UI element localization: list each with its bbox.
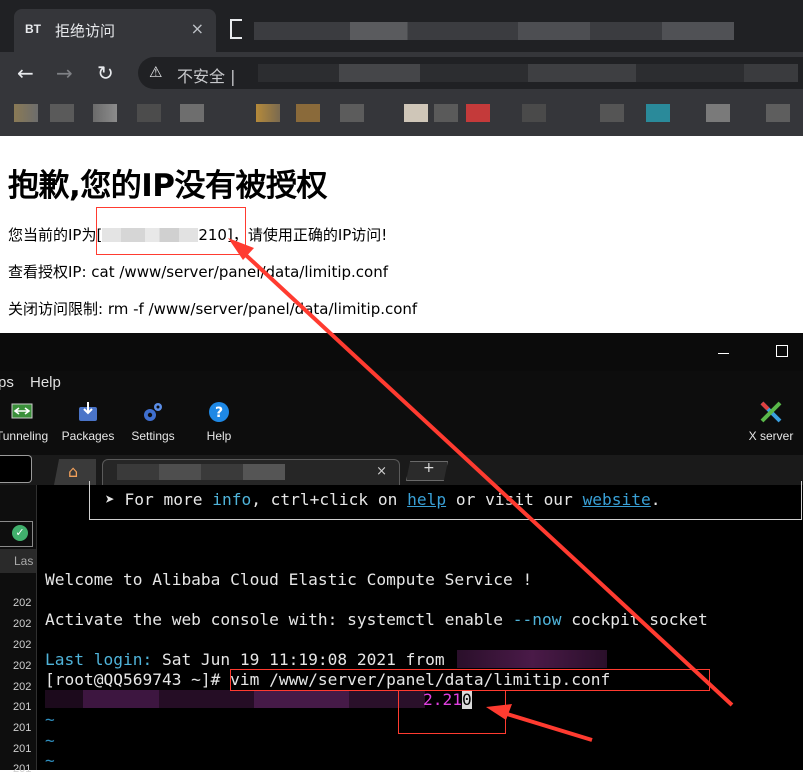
- annotation-arrow-line: [493, 708, 593, 742]
- annotation-arrow-line: [234, 244, 734, 707]
- annotation-arrowhead: [486, 704, 512, 720]
- annotation-arrows: [228, 238, 734, 742]
